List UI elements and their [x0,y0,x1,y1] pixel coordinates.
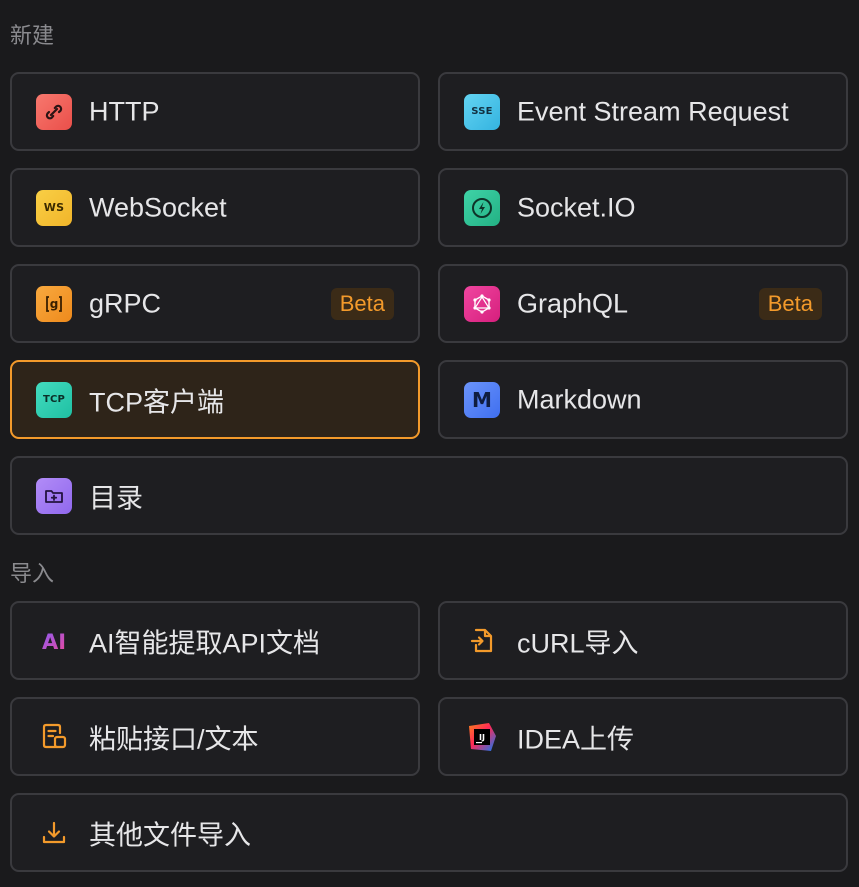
import-paste-card[interactable]: 粘贴接口/文本 [10,697,420,776]
new-grpc-label: gRPC [89,288,162,318]
new-http-label: HTTP [89,96,160,126]
websocket-icon: WS [36,189,72,226]
section-title-import: 导入 [10,561,55,586]
graphql-icon [464,285,500,322]
paste-document-icon [36,719,72,755]
section-title-new: 新建 [10,23,55,48]
svg-text:g: g [50,297,59,311]
new-http-card[interactable]: HTTP [10,72,420,151]
import-curl-card[interactable]: cURL导入 [438,601,848,680]
new-sse-card[interactable]: SSE Event Stream Request [438,72,848,151]
sse-icon-text: SSE [471,106,493,117]
new-socketio-card[interactable]: Socket.IO [438,168,848,247]
new-graphql-card[interactable]: GraphQL Beta [438,264,848,343]
download-icon [36,815,72,851]
grpc-icon: g [36,285,72,322]
new-folder-label: 目录 [89,483,143,513]
import-curl-label: cURL导入 [517,628,639,658]
new-websocket-card[interactable]: WS WebSocket [10,168,420,247]
websocket-icon-text: WS [43,201,65,214]
import-ai-extract-card[interactable]: AI AI智能提取API文档 [10,601,420,680]
folder-plus-icon [36,477,72,514]
ai-icon-text: AI [42,630,66,654]
import-paste-label: 粘贴接口/文本 [89,724,259,754]
import-idea-card[interactable]: IJ IDEA上传 [438,697,848,776]
markdown-icon-text: M [472,387,492,412]
new-websocket-label: WebSocket [89,192,227,222]
http-link-icon [36,93,72,130]
new-tcp-client-label: TCP客户端 [89,387,224,417]
import-ai-extract-label: AI智能提取API文档 [89,628,321,658]
socketio-icon [464,189,500,226]
ai-icon: AI [36,623,72,659]
new-sse-label: Event Stream Request [517,96,789,126]
markdown-icon: M [464,381,500,418]
grpc-beta-badge: Beta [330,287,394,320]
file-import-icon [464,623,500,659]
tcp-icon: TCP [36,381,72,418]
new-graphql-label: GraphQL [517,288,629,318]
sse-icon: SSE [464,93,500,130]
intellij-icon-text: IJ [479,733,485,742]
new-markdown-card[interactable]: M Markdown [438,360,848,439]
new-socketio-label: Socket.IO [517,192,636,222]
new-folder-card[interactable]: 目录 [10,456,848,535]
import-other-files-label: 其他文件导入 [89,820,251,850]
tcp-icon-text: TCP [42,394,66,405]
new-grpc-card[interactable]: g gRPC Beta [10,264,420,343]
new-markdown-label: Markdown [517,384,642,414]
new-tcp-client-card[interactable]: TCP TCP客户端 [10,360,420,439]
graphql-beta-badge: Beta [758,287,822,320]
import-other-files-card[interactable]: 其他文件导入 [10,793,848,872]
import-idea-label: IDEA上传 [517,724,635,754]
intellij-idea-icon: IJ [464,719,500,755]
